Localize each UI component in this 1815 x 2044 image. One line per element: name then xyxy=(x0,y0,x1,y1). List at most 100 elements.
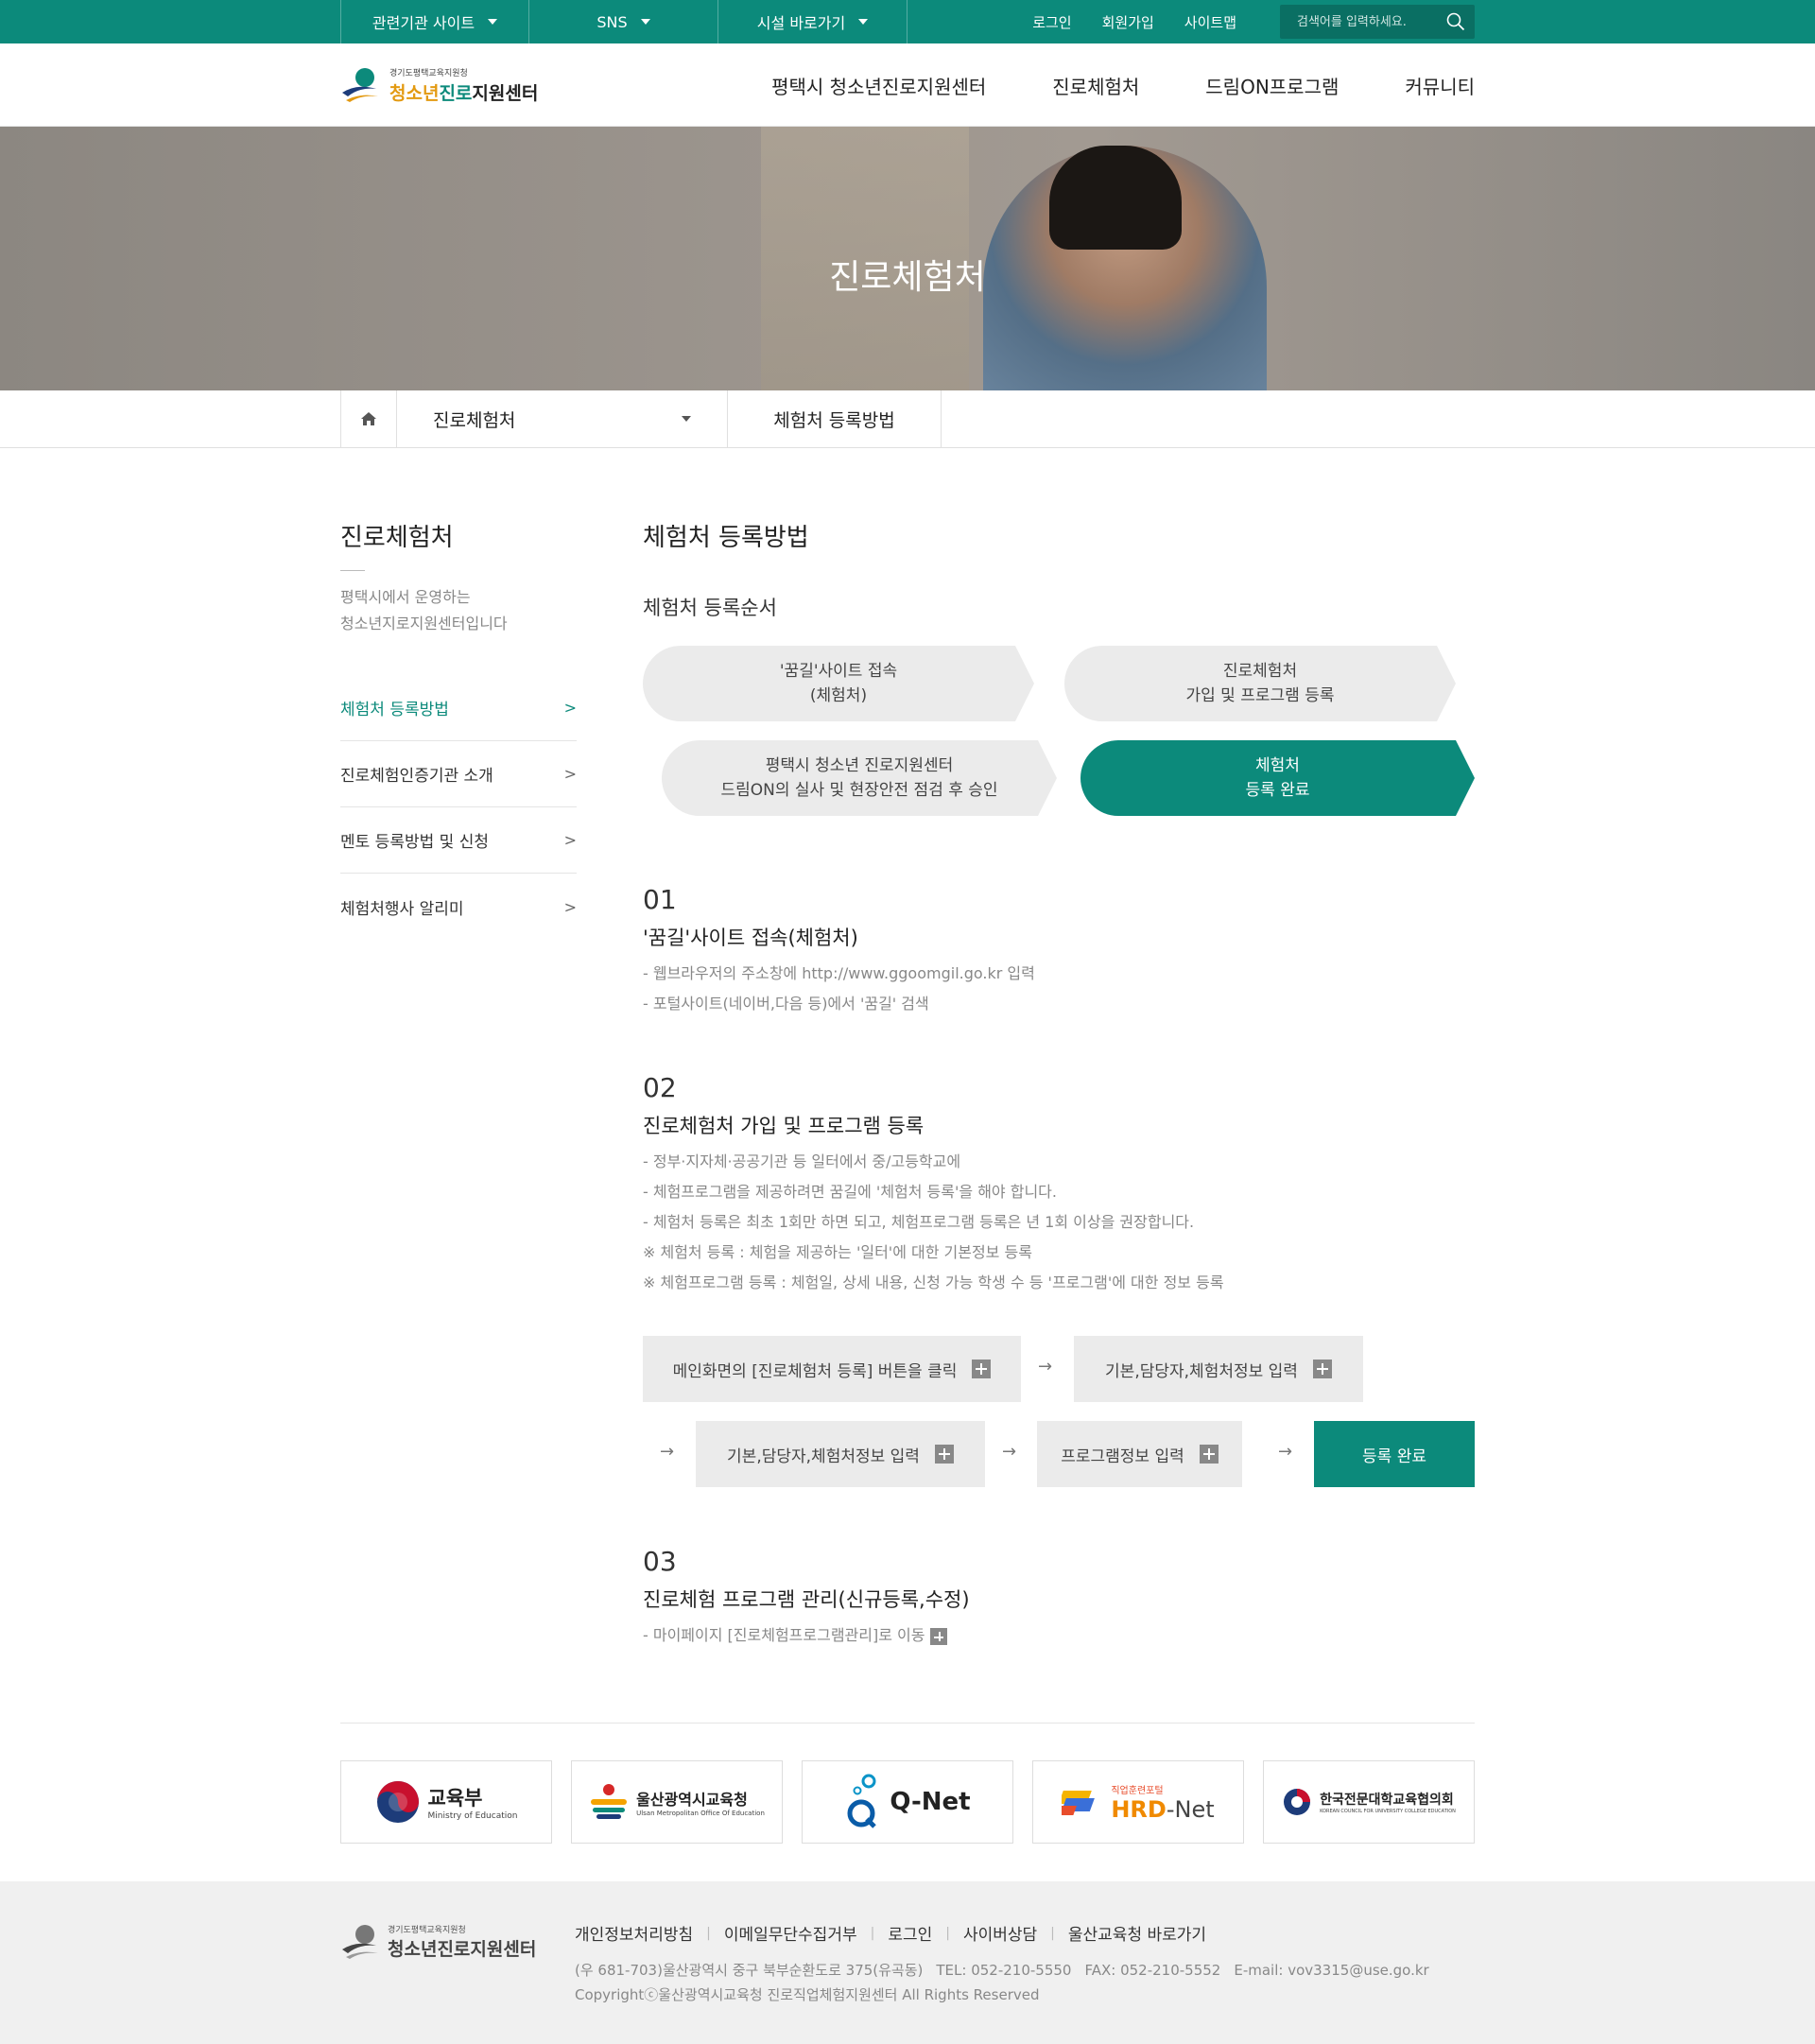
header: 경기도평택교육지원청 청소년진로지원센터 평택시 청소년진로지원센터 진로체험처… xyxy=(0,43,1815,127)
ulsan-logo-icon xyxy=(591,1784,628,1819)
footer: 경기도평택교육지원청 청소년진로지원센터 개인정보처리방침 | 이메일무단수집거부… xyxy=(0,1881,1815,2044)
process-step-label: 프로그램정보 입력 xyxy=(1061,1446,1184,1466)
signup-link[interactable]: 회원가입 xyxy=(1102,12,1154,32)
current-page-breadcrumb[interactable]: 체험처 등록방법 xyxy=(728,390,942,447)
side-nav-item-events[interactable]: 체험처행사 알리미 > xyxy=(340,874,577,940)
partner-name: 울산광역시교육청 xyxy=(636,1791,748,1809)
step-desc-list: - 웹브라우저의 주소창에 http://www.ggoomgil.go.kr … xyxy=(643,959,1475,1019)
email-policy-link[interactable]: 이메일무단수집거부 xyxy=(724,1921,857,1945)
partner-ulsan[interactable]: 울산광역시교육청 Ulsan Metropolitan Office Of Edu… xyxy=(571,1760,783,1844)
step-number: 01 xyxy=(643,884,677,915)
process-step-label: 기본,담당자,체험처정보 입력 xyxy=(1105,1361,1298,1381)
side-nav-item-label: 체험처행사 알리미 xyxy=(340,899,464,919)
partner-moe[interactable]: 교육부 Ministry of Education xyxy=(340,1760,552,1844)
separator: | xyxy=(1050,1925,1055,1941)
nav-experience[interactable]: 진로체험처 xyxy=(1052,72,1139,99)
process-step-label: 등록 완료 xyxy=(1362,1446,1426,1466)
flow-step-3: 평택시 청소년 진로지원센터 드림ON의 실사 및 현장안전 점검 후 승인 xyxy=(662,740,1057,816)
nav-dreamon[interactable]: 드림ON프로그램 xyxy=(1205,72,1339,99)
flow-step-4: 체험처 등록 완료 xyxy=(1080,740,1475,816)
logo-org: 경기도평택교육지원청 xyxy=(389,68,468,78)
partner-kcce[interactable]: 한국전문대학교육협의회 KOREAN COUNCIL FOR UNIVERSITY… xyxy=(1263,1760,1475,1844)
search-input[interactable] xyxy=(1297,14,1446,29)
step-desc-line: - 체험프로그램을 제공하려면 꿈길에 '체험처 등록'을 해야 합니다. xyxy=(643,1183,1057,1201)
caret-down-icon xyxy=(858,19,869,25)
section-subtitle: 체험처 등록순서 xyxy=(643,597,777,619)
flow-step-2: 진로체험처 가입 및 프로그램 등록 xyxy=(1064,646,1456,721)
partner-name: -Net xyxy=(1166,1795,1215,1823)
cyber-counsel-link[interactable]: 사이버상담 xyxy=(963,1921,1037,1945)
section-select[interactable]: 진로체험처 xyxy=(397,390,728,447)
chevron-right-icon: > xyxy=(563,897,577,916)
caret-down-icon xyxy=(488,19,498,25)
process-step-basic-info-2[interactable]: 기본,담당자,체험처정보 입력 xyxy=(696,1421,985,1487)
hero-photo-hair xyxy=(1049,146,1182,250)
process-step-basic-info[interactable]: 기본,담당자,체험처정보 입력 xyxy=(1074,1336,1363,1402)
footer-login-link[interactable]: 로그인 xyxy=(888,1921,932,1945)
nav-center[interactable]: 평택시 청소년진로지원센터 xyxy=(771,72,986,99)
sitemap-link[interactable]: 사이트맵 xyxy=(1184,12,1236,32)
partner-qnet[interactable]: Q-Net xyxy=(802,1760,1013,1844)
process-step-main-click[interactable]: 메인화면의 [진로체험처 등록] 버튼을 클릭 xyxy=(643,1336,1021,1402)
search-icon[interactable] xyxy=(1446,12,1465,31)
registration-flow: '꿈길'사이트 접속 (체험처) 진로체험처 가입 및 프로그램 등록 평택시 청소… xyxy=(643,646,1475,816)
qnet-logo-icon xyxy=(847,1774,877,1828)
side-nav-item-certified[interactable]: 진로체험인증기관 소개 > xyxy=(340,741,577,807)
logo-title-part: 진로 xyxy=(439,82,473,104)
privacy-policy-link[interactable]: 개인정보처리방침 xyxy=(575,1921,693,1945)
partner-name: 한국전문대학교육협의회 xyxy=(1320,1793,1454,1808)
partner-name: HRD xyxy=(1111,1795,1167,1823)
step-02: 02 진로체험처 가입 및 프로그램 등록 - 정부·지자체·공공기관 등 일터… xyxy=(643,1072,1475,1489)
footer-logo-inner: 경기도평택교육지원청 청소년진로지원센터 xyxy=(340,1921,575,1963)
logo-text: 경기도평택교육지원청 청소년진로지원센터 xyxy=(389,66,538,105)
process-step-label: 기본,담당자,체험처정보 입력 xyxy=(727,1446,920,1466)
side-nav-item-register[interactable]: 체험처 등록방법 > xyxy=(340,675,577,741)
hrdnet-logo-icon xyxy=(1062,1791,1096,1815)
step-03: 03 진로체험 프로그램 관리(신규등록,수정) - 마이페이지 [진로체험프로… xyxy=(643,1546,1475,1651)
flow-step-line: 평택시 청소년 진로지원센터 xyxy=(765,756,954,775)
plus-icon xyxy=(972,1360,992,1378)
home-button[interactable] xyxy=(340,390,397,447)
step-number: 02 xyxy=(643,1072,677,1103)
partner-hrdnet[interactable]: 직업훈련포털 HRD-Net xyxy=(1032,1760,1244,1844)
facility-dropdown[interactable]: 시설 바로가기 xyxy=(718,0,908,43)
footer-contact: (우 681-703)울산광역시 중구 북부순환도로 375(유곡동) TEL: … xyxy=(575,1958,1443,2007)
partner-name-en: Ulsan Metropolitan Office Of Education xyxy=(636,1810,765,1817)
footer-email: E-mail: vov3315@use.go.kr xyxy=(1234,1962,1429,1979)
flow-step-1: '꿈길'사이트 접속 (체험처) xyxy=(643,646,1034,721)
site-logo[interactable]: 경기도평택교육지원청 청소년진로지원센터 xyxy=(340,64,538,106)
partner-name: Q-Net xyxy=(890,1788,971,1816)
side-nav-item-label: 멘토 등록방법 및 신청 xyxy=(340,833,489,852)
sns-dropdown[interactable]: SNS xyxy=(529,0,718,43)
step-title: '꿈길'사이트 접속(체험처) xyxy=(643,927,858,949)
separator: | xyxy=(706,1925,711,1941)
ulsan-edu-link[interactable]: 울산교육청 바로가기 xyxy=(1068,1921,1206,1945)
side-nav-item-mentor[interactable]: 멘토 등록방법 및 신청 > xyxy=(340,807,577,874)
step-desc-list: - 정부·지자체·공공기관 등 일터에서 중/고등학교에 - 체험프로그램을 제… xyxy=(643,1147,1475,1298)
logo-title-part: 청소년 xyxy=(389,82,440,104)
partner-text: 한국전문대학교육협의회 KOREAN COUNCIL FOR UNIVERSITY… xyxy=(1320,1790,1456,1814)
login-link[interactable]: 로그인 xyxy=(1032,12,1071,32)
nav-community[interactable]: 커뮤니티 xyxy=(1405,72,1475,99)
logo-title-part: 지원센터 xyxy=(472,82,539,104)
step-desc-line: - 포털사이트(네이버,다음 등)에서 '꿈길' 검색 xyxy=(643,995,929,1013)
step-number: 03 xyxy=(643,1546,677,1577)
step-desc-line: ※ 체험프로그램 등록 : 체험일, 상세 내용, 신청 가능 학생 수 등 '… xyxy=(643,1273,1224,1291)
logo-mark-icon xyxy=(342,68,378,102)
flow-step-text: 체험처 등록 완료 xyxy=(1246,754,1310,803)
flow-step-line: 등록 완료 xyxy=(1245,781,1310,800)
partner-name: 교육부 xyxy=(427,1787,483,1810)
step-title: 진로체험 프로그램 관리(신규등록,수정) xyxy=(643,1588,970,1611)
plus-icon[interactable] xyxy=(930,1627,948,1645)
side-nav-desc-line: 평택시에서 운영하는 xyxy=(340,588,471,606)
top-bar: 관련기관 사이트 SNS 시설 바로가기 로그인 회원가입 사이트맵 xyxy=(0,0,1815,43)
footer-tel: TEL: 052-210-5550 xyxy=(936,1962,1072,1979)
footer-logo: 경기도평택교육지원청 청소년진로지원센터 xyxy=(340,1921,575,2007)
footer-logo-title-part: 지원센터 xyxy=(470,1939,537,1960)
partner-name-en: KOREAN COUNCIL FOR UNIVERSITY COLLEGE ED… xyxy=(1320,1809,1456,1814)
related-sites-dropdown[interactable]: 관련기관 사이트 xyxy=(340,0,529,43)
process-step-program-info[interactable]: 프로그램정보 입력 xyxy=(1037,1421,1242,1487)
process-step-complete[interactable]: 등록 완료 xyxy=(1314,1421,1475,1487)
chevron-right-icon: > xyxy=(563,699,577,717)
side-nav-item-label: 진로체험인증기관 소개 xyxy=(340,767,493,786)
